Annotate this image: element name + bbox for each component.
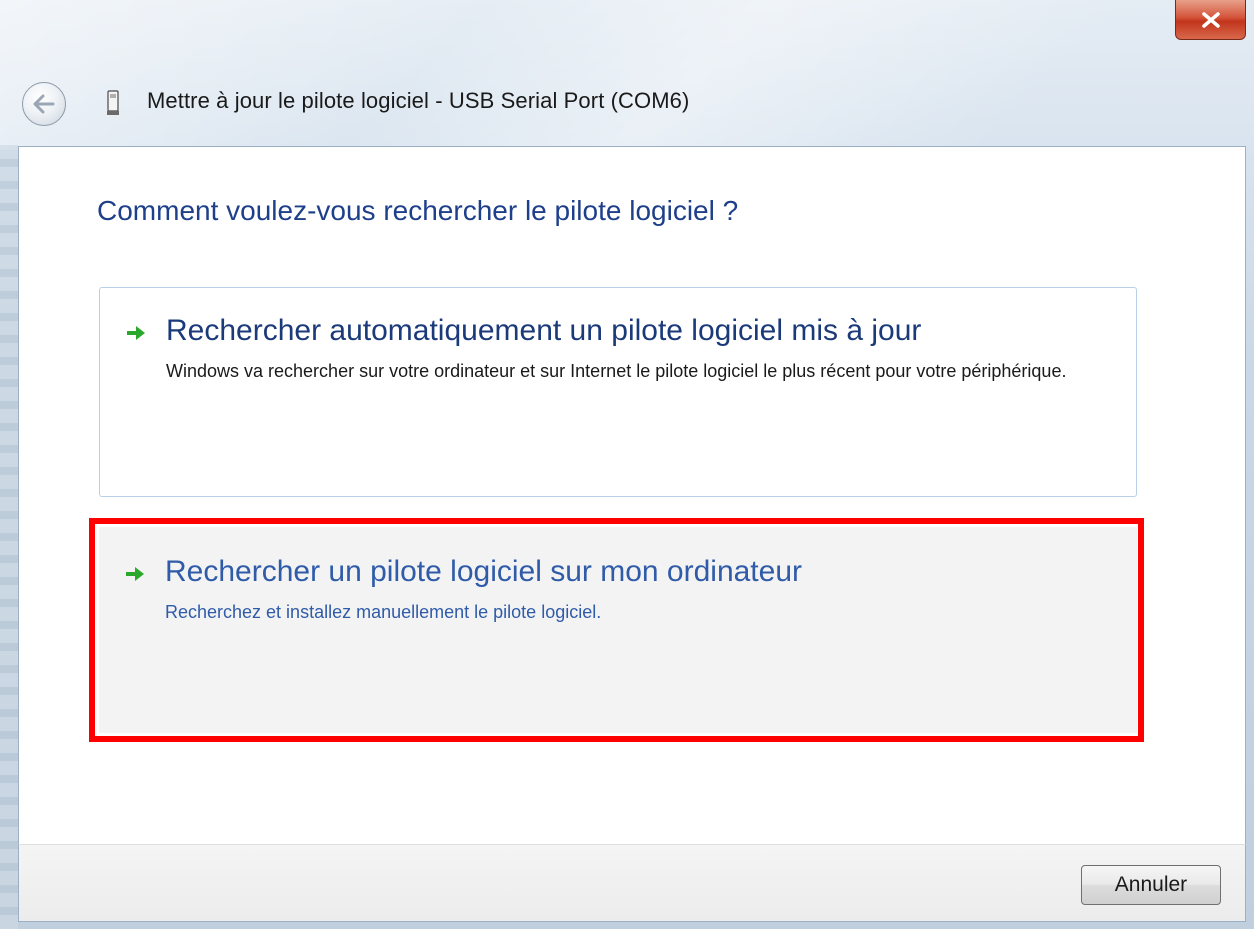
option-title: Rechercher automatiquement un pilote log…	[166, 314, 922, 347]
frame-edge	[0, 145, 18, 929]
cancel-button[interactable]: Annuler	[1081, 865, 1221, 905]
close-icon	[1201, 11, 1220, 28]
option-description: Windows va rechercher sur votre ordinate…	[166, 361, 1067, 381]
close-button[interactable]	[1175, 0, 1246, 40]
page-heading: Comment voulez-vous rechercher le pilote…	[97, 195, 739, 226]
dialog-footer: Annuler	[18, 844, 1246, 922]
back-arrow-icon	[33, 94, 55, 114]
option-search-automatically[interactable]: Rechercher automatiquement un pilote log…	[99, 287, 1137, 497]
back-button[interactable]	[22, 82, 66, 126]
window-title: Mettre à jour le pilote logiciel - USB S…	[147, 88, 690, 113]
green-arrow-icon	[127, 326, 145, 340]
usb-device-icon	[107, 90, 119, 115]
main-content: Comment voulez-vous rechercher le pilote…	[18, 146, 1246, 844]
highlight-annotation	[89, 518, 1144, 742]
